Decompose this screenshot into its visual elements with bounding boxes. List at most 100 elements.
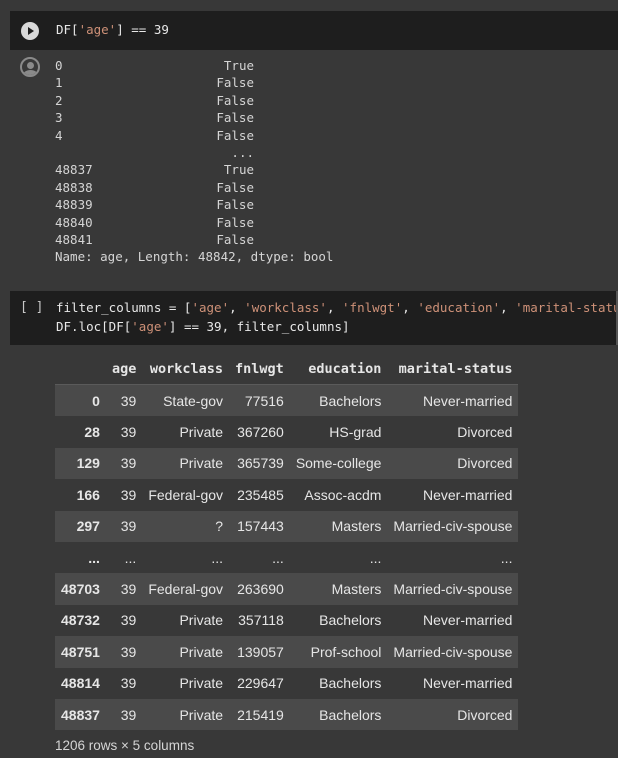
table-cell: 39 [120,675,137,692]
table-cell: Bachelors [319,675,382,692]
code-line[interactable]: DF['age'] == 39 [56,22,169,38]
table-cell: Never-married [423,392,513,409]
row-index: 166 [76,486,100,503]
code-token: ] == 39, filter_columns] [168,319,350,334]
table-cell: State-gov [163,392,224,409]
code-cell-1-input[interactable]: DF['age'] == 39 [10,11,618,50]
table-row: 28 39 Private 367260 HS-grad Divorced [55,416,519,448]
code-string: 'age' [191,300,230,315]
user-avatar-icon [20,57,40,77]
series-row: 2 False [55,92,254,109]
table-row: .................. [55,541,519,574]
table-row: 48814 39 Private 229647 Bachelors Never-marri… [55,667,519,699]
table-row: 48751 39 Private 139057 Prof-school Married-c… [55,636,519,668]
series-footer: Name: age, Length: 48842, dtype: bool [55,249,334,265]
table-cell: Masters [331,518,382,535]
series-row: 4 False [55,127,254,144]
table-cell: 263690 [237,581,284,598]
table-cell: Divorced [457,424,513,441]
table-cell: 77516 [244,392,284,409]
execution-count[interactable]: [ ] [20,300,43,315]
play-circle-icon[interactable] [21,22,39,40]
table-cell: ... [369,549,382,566]
series-index: 48840 [55,214,93,230]
table-row: 0 39 State-gov 77516 Bachelors Never-married [55,384,519,417]
table-cell: 235485 [237,486,284,503]
series-row: ... [55,144,254,161]
table-cell: ... [500,549,513,566]
table-cell: HS-grad [329,424,382,441]
table-cell: 39 [120,612,137,629]
series-value: False [216,231,254,247]
column-header: age [105,354,143,385]
table-cell: 365739 [237,455,284,472]
table-cell: 39 [120,706,137,723]
series-row: 48841 False [55,231,254,248]
series-value: False [216,197,254,213]
table-cell: Bachelors [319,706,382,723]
series-index: 48838 [55,179,93,195]
series-index: 4 [55,127,63,143]
series-value: False [216,127,254,143]
index-header [55,354,106,385]
table-row: 129 39 Private 365739 Some-college Divorced [55,447,519,480]
series-row: 1 False [55,74,254,91]
table-cell: 39 [120,643,137,660]
series-value: False [216,92,254,108]
row-index: 297 [76,518,100,535]
table-cell: Private [179,675,224,692]
series-row: 48840 False [55,214,254,231]
table-row: 48732 39 Private 357118 Bachelors Never-marri… [55,604,519,637]
series-value: False [216,214,254,230]
row-index: 48703 [61,581,100,598]
table-header-row: age workclass fnlwgt education marital-statu… [55,354,519,385]
table-cell: Federal-gov [148,581,224,598]
code-block[interactable]: filter_columns = ['age', 'workclass', 'f… [56,298,618,336]
table-cell: 139057 [237,643,284,660]
table-cell: Married-civ-spouse [393,581,513,598]
table-cell: ... [124,549,137,566]
table-cell: Private [179,706,224,723]
code-string: 'marital-status' [515,300,618,315]
row-index: ... [88,549,100,566]
code-string: 'education' [417,300,501,315]
column-header: education [289,354,388,385]
table-cell: Never-married [423,675,513,692]
table-cell: Private [179,424,224,441]
table-cell: ... [211,549,224,566]
table-cell: 157443 [237,518,284,535]
code-token: ] == 39 [116,22,169,37]
table-cell: 39 [120,392,137,409]
table-cell: ... [272,549,284,566]
series-value: True [223,58,254,73]
series-row: 48837 True [55,161,254,178]
code-string: 'age' [131,319,169,334]
table-cell: 215419 [237,706,284,723]
series-index: 3 [55,110,63,126]
table-cell: 39 [120,518,137,535]
table-cell: 39 [120,486,137,503]
series-row: 0 True [55,57,254,74]
series-row: 48839 False [55,196,254,213]
table-cell: ? [215,518,224,535]
row-index: 129 [76,455,100,472]
dataframe-dimensions: 1206 rows × 5 columns [55,738,195,753]
cell-1-output: 0 True 1 False 2 False 3 False 4 False... 48837 Tru… [55,57,333,266]
table-cell: 357118 [238,612,284,629]
table-cell: Some-college [295,455,382,472]
table-cell: Divorced [457,706,513,723]
series-index: 48839 [55,197,93,213]
code-string: 'workclass' [244,300,327,315]
row-index: 48814 [61,675,100,692]
table-row: 48837 39 Private 215419 Bachelors Divorced [55,698,519,731]
series-index: 0 [55,58,63,73]
table-cell: 39 [120,581,137,598]
table-cell: Private [179,455,224,472]
series-value: False [216,110,254,126]
table-cell: Private [179,612,224,629]
table-cell: 39 [120,424,137,441]
series-index: 1 [55,75,63,91]
table-cell: 229647 [237,675,284,692]
code-cell-2-input[interactable]: [ ] filter_columns = ['age', 'workclass'… [10,291,618,345]
table-cell: Bachelors [319,392,382,409]
